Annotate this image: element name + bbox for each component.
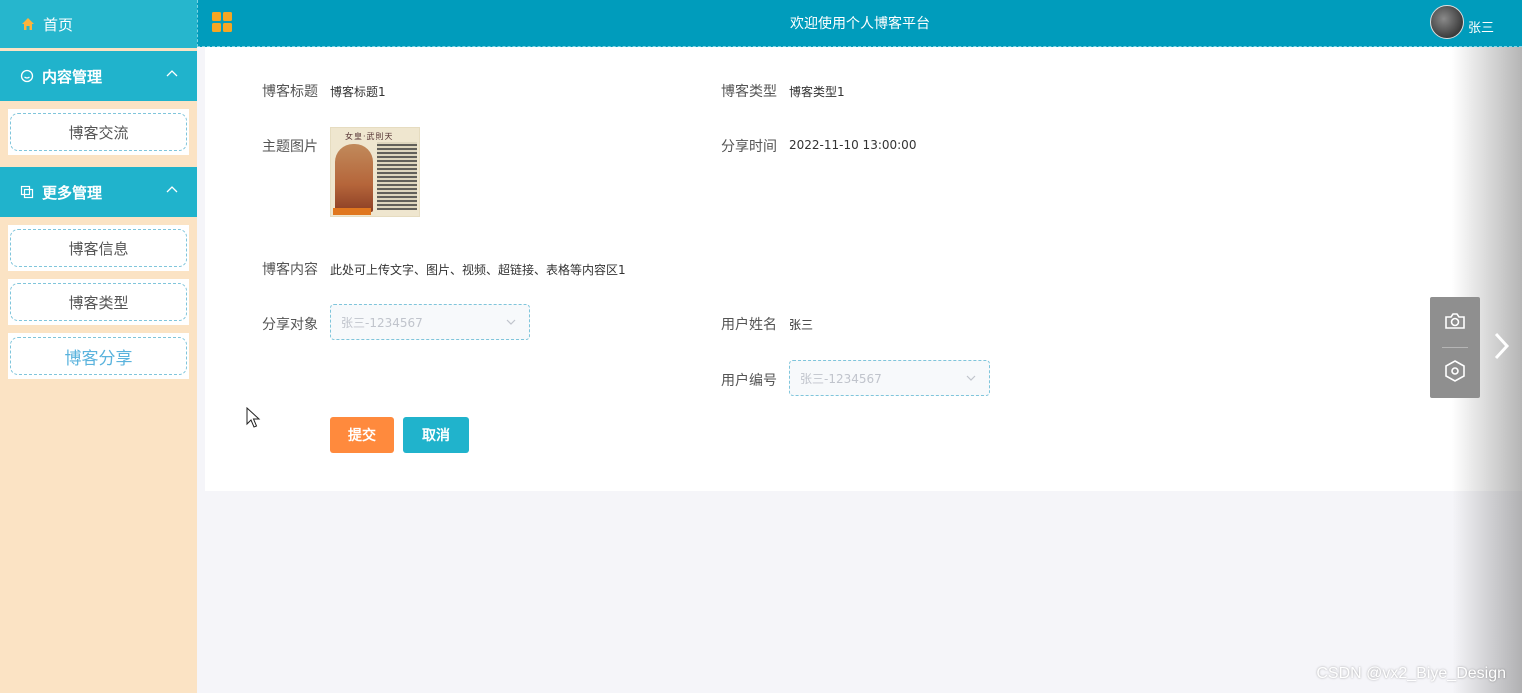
chevron-up-icon [165, 183, 179, 201]
settings-hex-icon[interactable] [1444, 360, 1466, 386]
sidebar-group-label: 内容管理 [42, 67, 103, 86]
floating-toolbar [1430, 297, 1480, 398]
cancel-button[interactable]: 取消 [403, 417, 469, 453]
page-title: 欢迎使用个人博客平台 [790, 16, 930, 32]
cover-image-text-block [377, 142, 417, 210]
share-time-value: 2022-11-10 13:00:00 [789, 138, 917, 152]
blog-content-label: 博客内容 [262, 262, 318, 278]
mouse-cursor-icon [246, 406, 262, 433]
sidebar-item-label: 首页 [43, 15, 74, 34]
sidebar-item-wrap: 博客分享 [8, 333, 189, 379]
copy-icon [20, 185, 34, 199]
divider [1442, 347, 1468, 348]
sidebar-item-blog-exchange[interactable]: 博客交流 [10, 113, 187, 151]
blog-content-value: 此处可上传文字、图片、视频、超链接、表格等内容区1 [330, 263, 626, 277]
share-time-label: 分享时间 [721, 139, 777, 155]
camera-icon[interactable] [1444, 311, 1466, 335]
sidebar-item-blog-info[interactable]: 博客信息 [10, 229, 187, 267]
share-target-label: 分享对象 [262, 317, 318, 333]
blog-title-label: 博客标题 [262, 84, 318, 100]
sidebar-item-wrap: 博客信息 [8, 225, 189, 271]
user-name[interactable]: 张三 [1468, 17, 1494, 36]
chevron-right-icon[interactable] [1491, 331, 1511, 365]
blog-title-value: 博客标题1 [330, 85, 386, 99]
sidebar: 首页 内容管理 博客交流 更多管理 博客信息 博客类型 博客分享 [0, 0, 197, 693]
top-bar: 欢迎使用个人博客平台 张三 [197, 0, 1522, 47]
cover-image-label: 主题图片 [262, 139, 318, 155]
cover-image-figure [335, 144, 373, 212]
home-icon [21, 17, 35, 31]
user-name-label: 用户姓名 [721, 317, 777, 333]
chevron-down-icon [965, 372, 977, 387]
submit-button[interactable]: 提交 [330, 417, 394, 453]
cover-image-seal [333, 208, 371, 215]
user-id-label: 用户编号 [721, 373, 777, 389]
chevron-down-icon [505, 316, 517, 331]
chat-icon [20, 69, 34, 83]
sidebar-item-blog-share[interactable]: 博客分享 [10, 337, 187, 375]
sidebar-group-content[interactable]: 内容管理 [0, 51, 197, 101]
watermark: CSDN @vx2_Biye_Design [1316, 665, 1506, 682]
cover-image-title: 女皇·武則天 [345, 132, 394, 141]
form-panel: 博客标题 博客标题1 博客类型 博客类型1 主题图片 女皇·武則天 分享时间 2… [205, 47, 1522, 491]
user-name-value: 张三 [789, 318, 814, 332]
sidebar-item-home[interactable]: 首页 [0, 0, 197, 48]
sidebar-item-wrap: 博客类型 [8, 279, 189, 325]
blog-type-label: 博客类型 [721, 84, 777, 100]
share-target-select[interactable]: 张三-1234567 [330, 304, 530, 340]
user-id-select[interactable]: 张三-1234567 [789, 360, 990, 396]
sidebar-group-label: 更多管理 [42, 183, 103, 202]
sidebar-item-wrap: 博客交流 [8, 109, 189, 155]
cover-image[interactable]: 女皇·武則天 [330, 127, 420, 217]
share-target-value: 张三-1234567 [341, 315, 423, 330]
blog-type-value: 博客类型1 [789, 85, 845, 99]
sidebar-group-more[interactable]: 更多管理 [0, 167, 197, 217]
sidebar-item-blog-type[interactable]: 博客类型 [10, 283, 187, 321]
user-id-value: 张三-1234567 [800, 371, 882, 386]
chevron-up-icon [165, 67, 179, 85]
avatar[interactable] [1430, 5, 1464, 39]
